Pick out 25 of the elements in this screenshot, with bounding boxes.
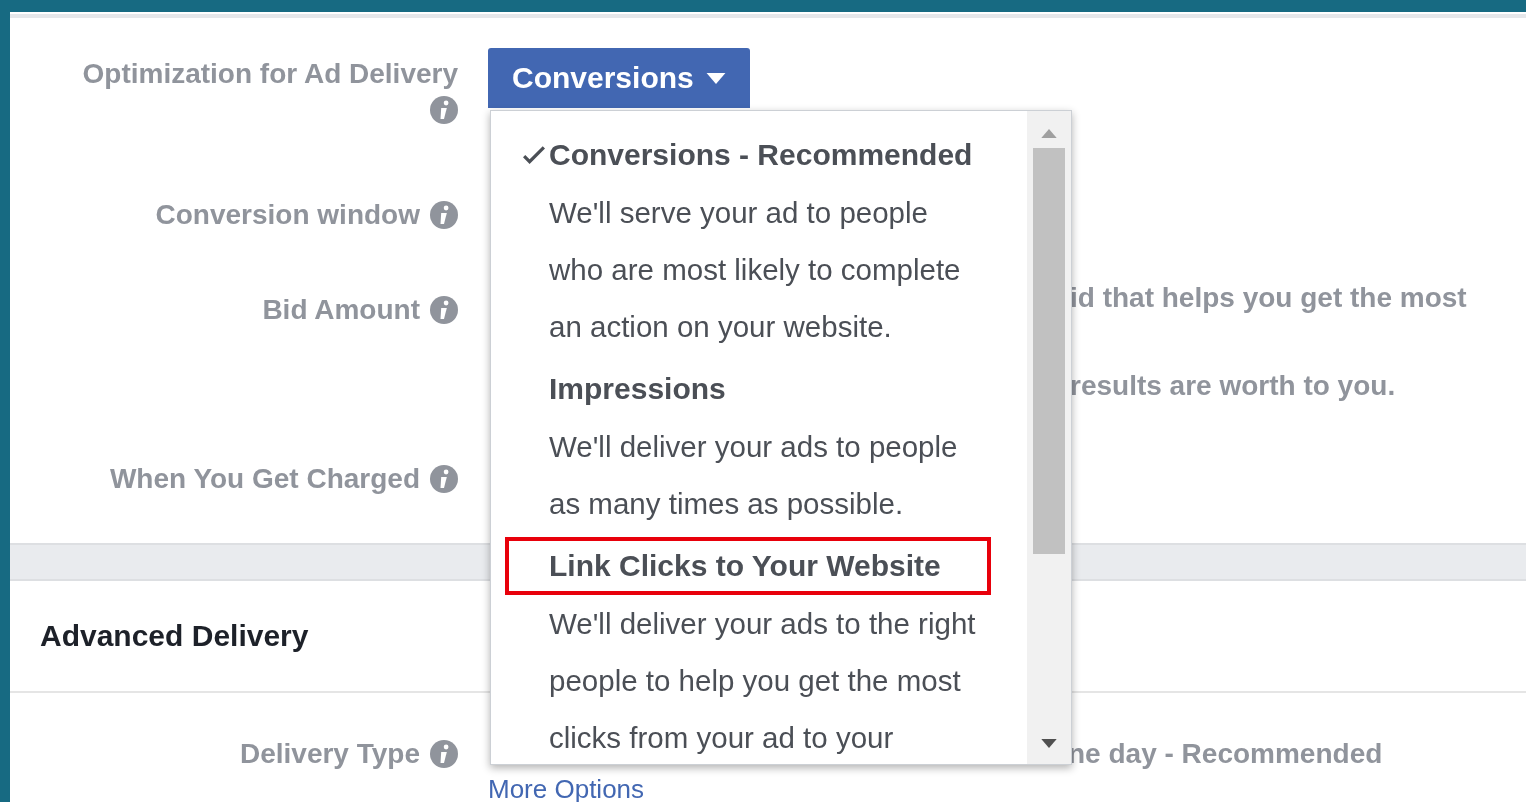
field-label: Bid Amount	[262, 294, 420, 326]
info-icon[interactable]	[430, 201, 458, 229]
menu-option[interactable]: Impressions	[505, 360, 991, 418]
info-icon[interactable]	[430, 296, 458, 324]
dropdown-button[interactable]: Conversions	[488, 48, 750, 108]
section-title: Advanced Delivery	[40, 619, 309, 653]
option-description: We'll serve your ad to people who are most likely to complete an action on your website.	[549, 195, 962, 345]
option-description: We'll deliver your ads to people as many times as possible.	[549, 429, 959, 522]
field-label: Optimization for Ad Delivery	[82, 58, 458, 90]
option-description: We'll deliver your ads to the right people to help you get the most clicks from your ad to your	[549, 606, 977, 756]
scrollbar[interactable]	[1027, 111, 1071, 764]
info-icon[interactable]	[430, 465, 458, 493]
field-label: Conversion window	[155, 199, 420, 231]
field-label: When You Get Charged	[109, 463, 420, 495]
menu-option[interactable]: Conversions - Recommended	[505, 126, 991, 184]
description-text: id that helps you get the most	[1070, 281, 1468, 315]
checkmark-icon	[523, 146, 545, 164]
field-label: Delivery Type	[239, 738, 420, 770]
scroll-down-icon[interactable]	[1041, 739, 1057, 748]
info-icon[interactable]	[430, 96, 458, 124]
menu-option[interactable]: Link Clicks to Your Website	[505, 537, 991, 595]
info-icon[interactable]	[430, 740, 458, 768]
scroll-up-icon[interactable]	[1041, 129, 1057, 138]
caret-icon	[705, 72, 726, 84]
description-text: results are worth to you.	[1070, 369, 1397, 403]
